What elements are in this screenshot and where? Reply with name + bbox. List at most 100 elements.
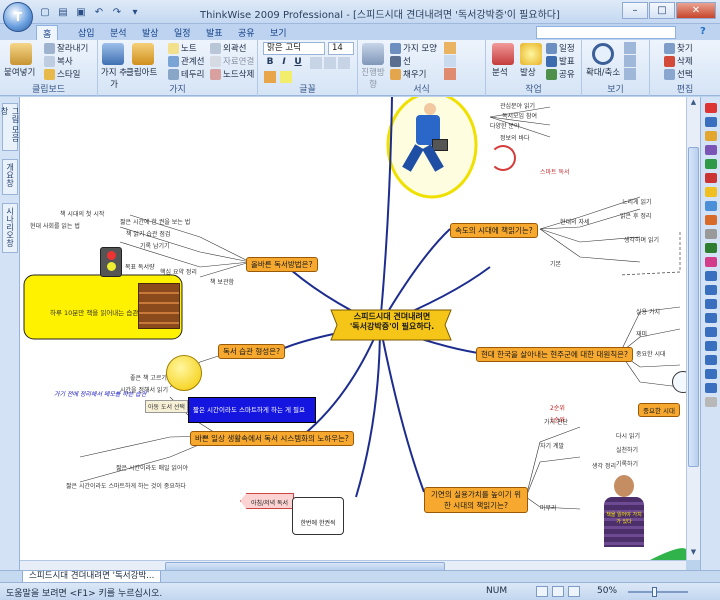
tab-home[interactable]: 홈 (36, 25, 59, 40)
scroll-up-icon[interactable]: ▲ (688, 98, 699, 109)
cut-button[interactable]: 잘라내기 (44, 42, 88, 54)
tab-schedule[interactable]: 일정 (168, 25, 197, 40)
redo-icon[interactable]: ↷ (110, 5, 124, 19)
find-button[interactable]: 찾기 (664, 42, 693, 54)
tab-clipart-panel[interactable]: 그림 모음창 (0, 103, 20, 151)
view-mode-icon[interactable] (624, 42, 636, 54)
more-icons-icon[interactable] (705, 397, 717, 407)
branch-modern-survival[interactable]: 현대 한국을 살아내는 현주군에 대한 대원칙은? (476, 347, 633, 362)
tab-presentation[interactable]: 발표 (200, 25, 229, 40)
blue-caption-box[interactable]: 짧은 시간이라도 스마트하게 하는 게 필요 (188, 397, 316, 423)
dropdown-icon[interactable]: ▾ (128, 5, 142, 19)
analysis-button[interactable]: 분석 (492, 66, 508, 78)
view-normal-icon[interactable] (536, 586, 548, 597)
view-outline-icon[interactable] (552, 586, 564, 597)
border-button[interactable]: 테두리 (168, 68, 204, 80)
share-button[interactable]: 공유 (546, 68, 575, 80)
node-delete-button[interactable]: 노드삭제 (210, 68, 254, 80)
close-button[interactable]: ✕ (676, 2, 716, 19)
line-button[interactable]: 선 (390, 55, 411, 67)
tab-view[interactable]: 보기 (264, 25, 293, 40)
number-1-icon[interactable] (705, 271, 717, 281)
resource-link-button[interactable]: 자료연결 (210, 55, 254, 67)
number-8-icon[interactable] (705, 369, 717, 379)
number-5-icon[interactable] (705, 327, 717, 337)
format-line-icon[interactable] (444, 55, 456, 67)
branch-shape-button[interactable]: 가지 모양 (390, 42, 437, 54)
minimize-button[interactable]: – (622, 2, 648, 19)
help-icon[interactable]: ? (700, 26, 714, 39)
ideation-button[interactable]: 발상 (520, 66, 536, 78)
check-icon[interactable] (705, 159, 717, 169)
delete-button[interactable]: 삭제 (664, 55, 693, 67)
branch-good-reading[interactable]: 올바른 독서방법은? (246, 257, 318, 272)
tab-ideation[interactable]: 발상 (136, 25, 165, 40)
bookmark-icon[interactable] (705, 117, 717, 127)
tab-share[interactable]: 공유 (232, 25, 261, 40)
branch-reading-habit[interactable]: 독서 습관 형성은? (218, 344, 286, 359)
ribbon-search-input[interactable] (536, 26, 676, 39)
zoom-button[interactable]: 확대/축소 (586, 66, 620, 78)
presentation-button[interactable]: 발표 (546, 55, 575, 67)
italic-button[interactable]: I (278, 57, 290, 69)
font-name-select[interactable]: 맑은 고딕 (263, 42, 325, 55)
fill-button[interactable]: 채우기 (390, 68, 426, 80)
cross-icon[interactable] (705, 173, 717, 183)
note-button[interactable]: 노트 (168, 42, 197, 54)
number-4-icon[interactable] (705, 313, 717, 323)
info-icon[interactable] (705, 201, 717, 211)
maximize-button[interactable]: □ (649, 2, 675, 19)
tab-analysis[interactable]: 분석 (104, 25, 133, 40)
tab-insert[interactable]: 삽입 (72, 25, 101, 40)
branch-speed-era[interactable]: 속도의 시대에 책읽기는? (450, 223, 538, 238)
save-icon[interactable]: ▣ (74, 5, 88, 19)
tab-scenario-panel[interactable]: 시나리오창 (2, 203, 18, 253)
priority-icon[interactable] (705, 103, 717, 113)
scroll-down-icon[interactable]: ▼ (688, 548, 699, 559)
number-2-icon[interactable] (705, 285, 717, 295)
align-right-icon[interactable] (338, 57, 350, 69)
external-link-button[interactable]: 외곽선 (210, 42, 246, 54)
smile-icon[interactable] (705, 187, 717, 197)
zoom-slider-knob[interactable] (652, 587, 657, 597)
format-color-icon[interactable] (444, 68, 456, 80)
leaf-important-era[interactable]: 중요한 시대 (638, 403, 680, 417)
underline-button[interactable]: U (292, 57, 304, 69)
align-left-icon[interactable] (310, 57, 322, 69)
paste-button[interactable]: 붙여넣기 (4, 66, 35, 78)
central-topic[interactable]: 스피드시대 견뎌내려면 '독서강박증'이 필요하다. (338, 312, 446, 332)
new-icon[interactable]: ▢ (38, 5, 52, 19)
view-presentation-icon[interactable] (568, 586, 580, 597)
schedule-button[interactable]: 일정 (546, 42, 575, 54)
bold-button[interactable]: B (264, 57, 276, 69)
align-center-icon[interactable] (324, 57, 336, 69)
star-icon[interactable] (705, 131, 717, 141)
select-button[interactable]: 선택 (664, 68, 693, 80)
heart-icon[interactable] (705, 257, 717, 267)
mindmap-canvas[interactable]: 스피드시대 견뎌내려면 '독서강박증'이 필요하다. 속도의 시대에 책읽기는?… (20, 97, 686, 560)
font-size-select[interactable]: 14 (328, 42, 354, 55)
branch-slow-life[interactable]: 기연의 실용가치를 높이기 위한 시대의 책읽기는? (424, 487, 528, 513)
app-menu-button[interactable]: T (3, 2, 33, 32)
undo-icon[interactable]: ↶ (92, 5, 106, 19)
view-full-icon[interactable] (624, 68, 636, 80)
copy-button[interactable]: 복사 (44, 55, 73, 67)
view-fit-icon[interactable] (624, 55, 636, 67)
arrow-icon[interactable] (705, 215, 717, 225)
number-7-icon[interactable] (705, 355, 717, 365)
number-9-icon[interactable] (705, 383, 717, 393)
format-paint-icon[interactable] (444, 42, 456, 54)
number-3-icon[interactable] (705, 299, 717, 309)
branch-life-method[interactable]: 바쁜 일상 생활속에서 독서 시스템화의 노하우는? (190, 431, 354, 446)
pink-tag[interactable]: 아침/저녁 독서 (240, 493, 294, 509)
relation-button[interactable]: 관계선 (168, 55, 204, 67)
open-icon[interactable]: ▤ (56, 5, 70, 19)
vertical-scrollbar[interactable]: ▲ ▼ (686, 97, 700, 560)
style-button[interactable]: 스타일 (44, 68, 80, 80)
clock-icon[interactable] (705, 229, 717, 239)
clipart-button[interactable]: 클립아트 (126, 66, 157, 78)
dollar-icon[interactable] (705, 243, 717, 253)
vertical-scroll-thumb[interactable] (688, 147, 699, 467)
number-6-icon[interactable] (705, 341, 717, 351)
tab-outline-panel[interactable]: 개요창 (2, 159, 18, 195)
